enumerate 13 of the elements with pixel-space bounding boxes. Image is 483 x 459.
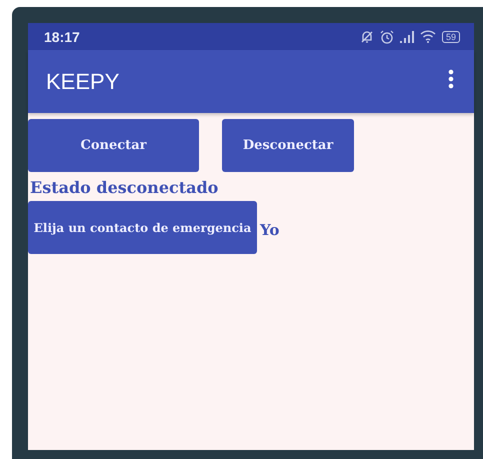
disconnect-button[interactable]: Desconectar (222, 119, 354, 172)
signal-icon (400, 30, 414, 42)
alarm-icon (380, 30, 394, 44)
connect-button[interactable]: Conectar (28, 119, 199, 172)
status-text: Estado desconectado (30, 178, 220, 197)
menu-icon[interactable] (448, 69, 454, 89)
choose-contact-button[interactable]: Elija un contacto de emergencia (28, 201, 257, 254)
contact-name: Yo (260, 220, 280, 238)
wifi-icon (420, 30, 436, 43)
clock-time: 18:17 (44, 28, 80, 44)
battery-level: 59 (442, 30, 460, 42)
bell-off-icon (360, 30, 374, 44)
app-title: KEEPY (46, 68, 120, 94)
